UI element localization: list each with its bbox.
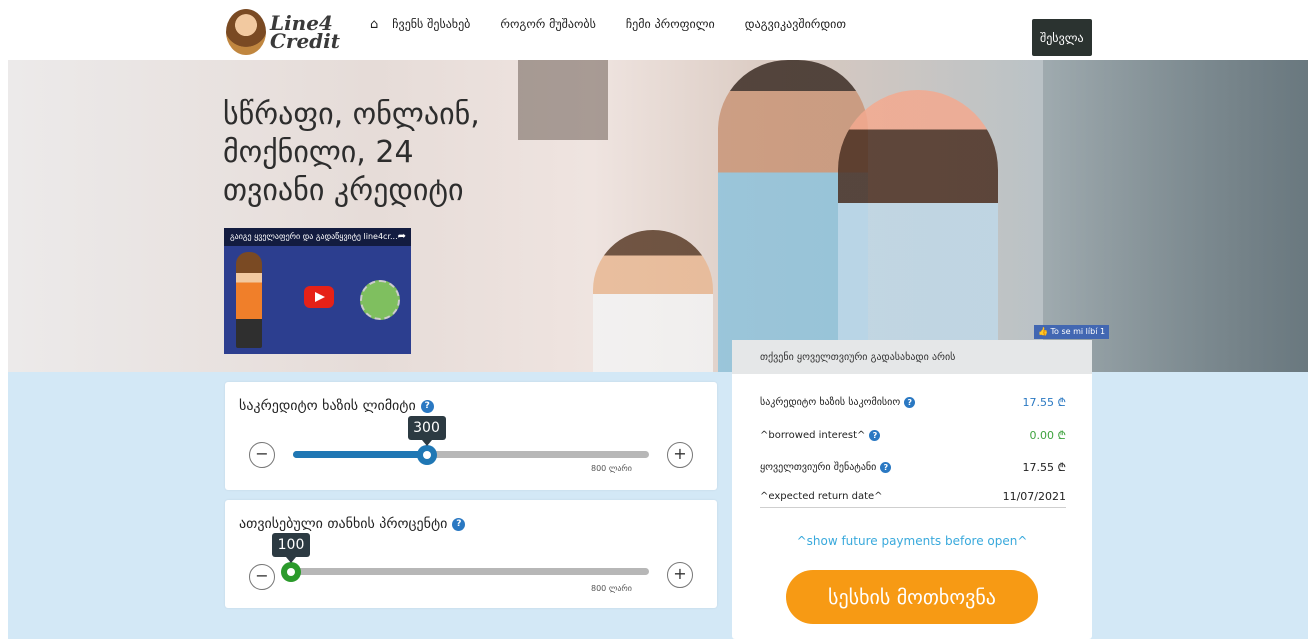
summary-row: ყოველთვიური შენატანი ? 17.55 ₾ bbox=[760, 456, 1066, 478]
hero-boy-figure bbox=[593, 230, 713, 372]
help-icon[interactable]: ? bbox=[869, 429, 881, 441]
help-icon[interactable]: ? bbox=[452, 517, 466, 531]
monthly-payment-summary: თქვენი ყოველთვიური გადასახადი არის საკრე… bbox=[732, 340, 1092, 639]
share-icon[interactable]: ➦ bbox=[398, 231, 406, 242]
percent-value-tooltip: 100 bbox=[272, 533, 310, 563]
credit-limit-card: საკრედიტო ხაზის ლიმიტი ? − 300 + 800 ლარ… bbox=[225, 382, 717, 490]
hero-woman-figure bbox=[838, 90, 998, 372]
limit-slider-track[interactable] bbox=[293, 451, 649, 458]
summary-row: საკრედიტო ხაზის საკომისიო ? 17.55 ₾ bbox=[760, 391, 1066, 413]
nav-how-it-works[interactable]: როგორ მუშაობს bbox=[500, 17, 596, 31]
home-icon[interactable]: ⌂ bbox=[370, 17, 378, 32]
money-icon bbox=[360, 280, 400, 320]
nav-about[interactable]: ჩვენს შესახებ bbox=[392, 17, 470, 31]
percent-slider-track[interactable] bbox=[283, 568, 649, 575]
limit-decrease-button[interactable]: − bbox=[249, 442, 275, 468]
help-icon[interactable]: ? bbox=[880, 461, 892, 473]
show-future-payments-link[interactable]: ^show future payments before open^ bbox=[732, 534, 1092, 548]
limit-slider-handle[interactable] bbox=[416, 445, 437, 465]
percent-decrease-button[interactable]: − bbox=[249, 564, 275, 590]
intro-video[interactable]: გაიგე ყველაფერი და გადაწყვიტე line4cr...… bbox=[224, 228, 411, 354]
main-nav: ⌂ ჩვენს შესახებ როგორ მუშაობს ჩემი პროფი… bbox=[370, 14, 876, 34]
limit-increase-button[interactable]: + bbox=[667, 442, 693, 468]
request-loan-button[interactable]: სესხის მოთხოვნა bbox=[786, 570, 1038, 624]
percent-slider-handle[interactable] bbox=[281, 562, 301, 582]
top-navbar: Line4 Credit ⌂ ჩვენს შესახებ როგორ მუშაო… bbox=[0, 0, 1308, 60]
commission-value: 17.55 ₾ bbox=[1022, 395, 1066, 409]
percent-increase-button[interactable]: + bbox=[667, 562, 693, 588]
borrowed-interest-label: ^borrowed interest^ bbox=[760, 429, 866, 441]
used-percent-title: ათვისებული თანხის პროცენტი bbox=[239, 516, 448, 532]
help-icon[interactable]: ? bbox=[420, 399, 434, 413]
credit-limit-title: საკრედიტო ხაზის ლიმიტი bbox=[239, 398, 416, 414]
used-percent-card: ათვისებული თანხის პროცენტი ? − 100 + 800… bbox=[225, 500, 717, 608]
expected-return-date-label: ^expected return date^ bbox=[760, 491, 883, 502]
like-label: To se mi líbí 1 bbox=[1050, 327, 1106, 336]
summary-row: ^expected return date^ 11/07/2021 bbox=[760, 486, 1066, 508]
logo[interactable]: Line4 Credit bbox=[226, 6, 356, 58]
login-button[interactable]: შესვლა bbox=[1032, 19, 1092, 56]
monthly-installment-label: ყოველთვიური შენატანი bbox=[760, 461, 877, 473]
hero-headline-line1: სწრაფი, ონლაინ, bbox=[223, 97, 480, 132]
summary-header: თქვენი ყოველთვიური გადასახადი არის bbox=[732, 340, 1092, 374]
video-title: გაიგე ყველაფერი და გადაწყვიტე line4cr... bbox=[224, 228, 411, 246]
limit-slider-fill bbox=[293, 451, 427, 458]
facebook-like-button[interactable]: 👍 To se mi líbí 1 bbox=[1034, 325, 1110, 339]
video-character-image bbox=[236, 252, 262, 348]
borrowed-interest-value: 0.00 ₾ bbox=[1029, 428, 1066, 442]
hero-headline-line3: თვიანი კრედიტი bbox=[223, 173, 464, 208]
limit-value-tooltip: 300 bbox=[407, 416, 446, 446]
percent-max-label: 800 ლარი bbox=[591, 584, 632, 593]
hero-banner: სწრაფი, ონლაინ, მოქნილი, 24 თვიანი კრედი… bbox=[8, 60, 1308, 372]
nav-contact[interactable]: დაგვიკავშირდით bbox=[745, 17, 846, 31]
expected-return-date-value: 11/07/2021 bbox=[1002, 490, 1066, 503]
play-icon[interactable] bbox=[304, 286, 334, 308]
help-icon[interactable]: ? bbox=[904, 396, 916, 408]
summary-row: ^borrowed interest^ ? 0.00 ₾ bbox=[760, 424, 1066, 446]
nav-my-profile[interactable]: ჩემი პროფილი bbox=[626, 17, 715, 31]
logo-avatar-image bbox=[226, 9, 266, 55]
limit-max-label: 800 ლარი bbox=[591, 464, 632, 473]
hero-headline: სწრაფი, ონლაინ, მოქნილი, 24 თვიანი კრედი… bbox=[223, 96, 583, 210]
monthly-installment-value: 17.55 ₾ bbox=[1022, 460, 1066, 474]
logo-line2: Credit bbox=[270, 29, 340, 53]
commission-label: საკრედიტო ხაზის საკომისიო bbox=[760, 396, 901, 408]
hero-headline-line2: მოქნილი, 24 bbox=[223, 135, 414, 170]
